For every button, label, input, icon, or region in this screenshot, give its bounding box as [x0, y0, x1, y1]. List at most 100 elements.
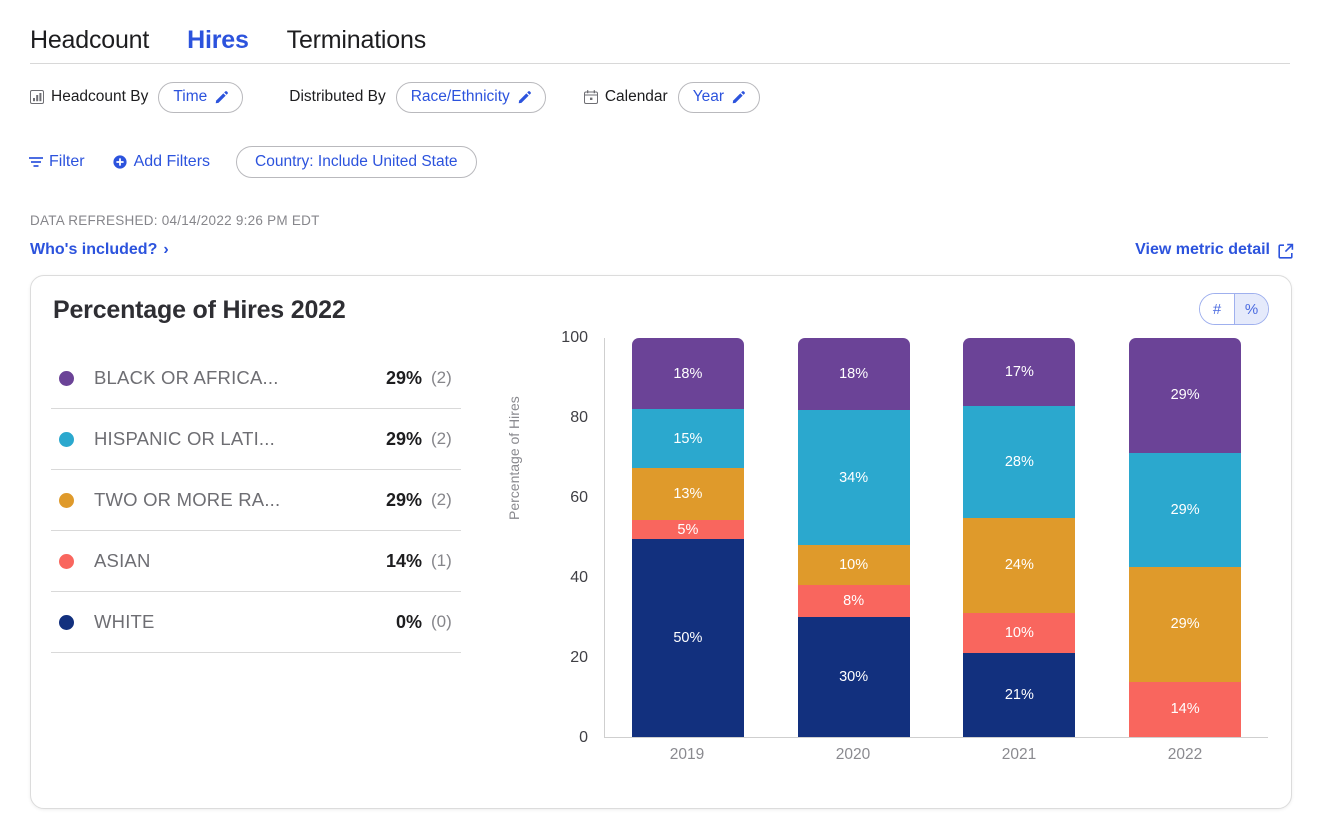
bar-segment: 15% [632, 409, 744, 468]
legend-count: (2) [431, 490, 461, 510]
calendar-value: Year [693, 88, 724, 106]
headcount-by-text: Headcount By [51, 88, 148, 106]
bar-segment: 13% [632, 468, 744, 519]
bar-segment: 5% [632, 520, 744, 540]
legend-row[interactable]: WHITE0% (0) [51, 592, 461, 653]
calendar-group: Calendar Year [584, 82, 760, 113]
tab-hires[interactable]: Hires [187, 18, 249, 62]
calendar-text: Calendar [605, 88, 668, 106]
distributed-by-value: Race/Ethnicity [411, 88, 510, 106]
pencil-icon [215, 91, 228, 104]
y-axis-tick-label: 0 [579, 729, 588, 747]
bar-2020[interactable]: 18%34%10%8%30% [798, 338, 910, 737]
distributed-by-group: Distributed By Race/Ethnicity [289, 82, 546, 113]
legend-count: (0) [431, 612, 461, 632]
view-metric-detail-label: View metric detail [1135, 241, 1270, 259]
x-axis-tick-label: 2022 [1129, 746, 1241, 776]
toggle-percent-button[interactable]: % [1234, 294, 1268, 324]
tab-terminations[interactable]: Terminations [287, 18, 426, 62]
filter-label: Filter [49, 153, 85, 171]
legend-color-dot [59, 371, 74, 386]
legend-color-dot [59, 554, 74, 569]
distributed-by-pill[interactable]: Race/Ethnicity [396, 82, 546, 113]
legend-label: HISPANIC OR LATI... [94, 428, 386, 450]
legend-count: (2) [431, 368, 461, 388]
bar-segment: 29% [1129, 453, 1241, 568]
value-mode-toggle: # % [1199, 293, 1269, 325]
legend-percent: 29% [386, 490, 422, 511]
x-axis-tick-label: 2019 [631, 746, 743, 776]
toggle-count-button[interactable]: # [1200, 294, 1234, 324]
distributed-by-text: Distributed By [289, 88, 385, 106]
plot-area: 18%15%13%5%50%18%34%10%8%30%17%28%24%10%… [604, 338, 1268, 738]
chart-card: Percentage of Hires 2022 # % BLACK OR AF… [30, 275, 1292, 809]
add-filters-button[interactable]: Add Filters [113, 153, 210, 171]
view-metric-detail-link[interactable]: View metric detail [1135, 241, 1292, 259]
calendar-label: Calendar [584, 88, 668, 106]
card-title: Percentage of Hires 2022 [53, 296, 346, 325]
whos-included-label: Who's included? [30, 241, 157, 259]
x-axis-tick-label: 2021 [963, 746, 1075, 776]
x-axis-ticks: 2019 2020 2021 2022 [604, 746, 1268, 776]
legend-color-dot [59, 615, 74, 630]
plus-circle-icon [113, 155, 127, 169]
tab-headcount[interactable]: Headcount [30, 18, 149, 62]
bar-segment: 50% [632, 539, 744, 737]
bar-segment: 29% [1129, 567, 1241, 682]
legend-row[interactable]: ASIAN14%(1) [51, 531, 461, 592]
bar-segment: 10% [798, 545, 910, 585]
bar-segment: 14% [1129, 682, 1241, 737]
hires-dashboard: Headcount Hires Terminations Headcount B… [0, 0, 1320, 836]
filter-button[interactable]: Filter [28, 153, 85, 171]
legend-percent: 14% [386, 551, 422, 572]
legend-row[interactable]: HISPANIC OR LATI...29% (2) [51, 409, 461, 470]
whos-included-link[interactable]: Who's included? › [30, 241, 169, 259]
calendar-pill[interactable]: Year [678, 82, 760, 113]
legend-color-dot [59, 493, 74, 508]
bar-segment: 8% [798, 585, 910, 617]
y-axis-ticks: 100806040200 [524, 338, 596, 738]
bar-segment: 18% [632, 338, 744, 409]
pencil-icon [732, 91, 745, 104]
calendar-icon [584, 90, 598, 104]
legend-label: ASIAN [94, 550, 386, 572]
bar-2022[interactable]: 29%29%29%14% [1129, 338, 1241, 737]
legend-percent: 29% [386, 368, 422, 389]
legend-color-dot [59, 432, 74, 447]
bar-segment: 28% [963, 406, 1075, 518]
y-axis-tick-label: 100 [561, 329, 588, 347]
bar-2021[interactable]: 17%28%24%10%21% [963, 338, 1075, 737]
headcount-by-group: Headcount By Time [30, 82, 243, 113]
legend-label: TWO OR MORE RA... [94, 489, 386, 511]
legend-percent: 29% [386, 429, 422, 450]
headcount-by-pill[interactable]: Time [158, 82, 243, 113]
bar-chart-icon [30, 90, 44, 104]
filter-row: Filter Add Filters Country: Include Unit… [28, 144, 1288, 180]
legend-count: (2) [431, 429, 461, 449]
y-axis-tick-label: 20 [570, 649, 588, 667]
bar-segment: 21% [963, 653, 1075, 737]
y-axis-tick-label: 40 [570, 569, 588, 587]
bar-segment: 10% [963, 613, 1075, 653]
data-refreshed-text: DATA REFRESHED: 04/14/2022 9:26 PM EDT [30, 213, 320, 228]
chevron-right-icon: › [163, 241, 168, 259]
metric-tabs: Headcount Hires Terminations [30, 18, 1290, 64]
filter-chip-country[interactable]: Country: Include United State [236, 146, 476, 178]
x-axis-tick-label: 2020 [797, 746, 909, 776]
legend-label: BLACK OR AFRICA... [94, 367, 386, 389]
bar-segment: 30% [798, 617, 910, 737]
y-axis-title: Percentage of Hires [506, 396, 522, 520]
distributed-by-label: Distributed By [289, 88, 385, 106]
y-axis-tick-label: 60 [570, 489, 588, 507]
bar-2019[interactable]: 18%15%13%5%50% [632, 338, 744, 737]
control-row: Headcount By Time Distributed By Race/Et… [30, 78, 1290, 116]
filter-icon [28, 155, 42, 169]
legend-row[interactable]: BLACK OR AFRICA...29% (2) [51, 348, 461, 409]
bar-segment: 34% [798, 410, 910, 546]
legend-row[interactable]: TWO OR MORE RA...29% (2) [51, 470, 461, 531]
legend-label: WHITE [94, 611, 396, 633]
legend-percent: 0% [396, 612, 422, 633]
legend-list: BLACK OR AFRICA...29%(2)HISPANIC OR LATI… [51, 348, 461, 653]
bar-group: 18%15%13%5%50%18%34%10%8%30%17%28%24%10%… [605, 338, 1268, 737]
pencil-icon [518, 91, 531, 104]
